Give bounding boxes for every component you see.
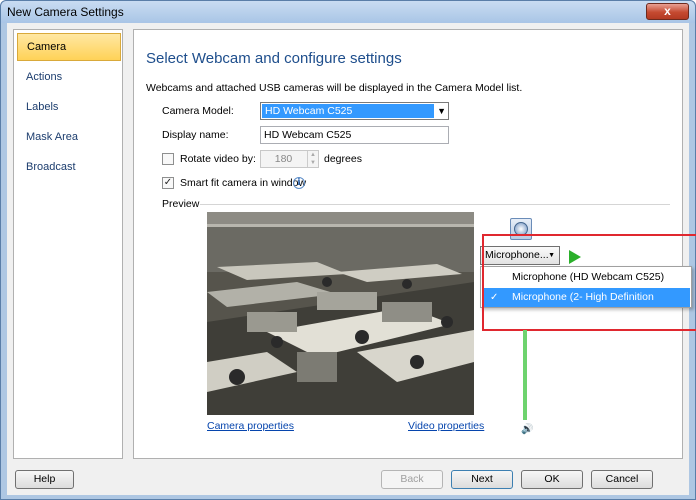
microphone-option-2[interactable]: ✓ Microphone (2- High Definition — [482, 288, 690, 307]
check-icon: ✓ — [490, 292, 499, 303]
next-button[interactable]: Next — [451, 470, 513, 489]
chevron-down-icon: ▼ — [437, 106, 446, 116]
nav-item-camera[interactable]: Camera — [17, 33, 121, 61]
microphone-option-1-label: Microphone (HD Webcam C525) — [512, 271, 665, 283]
title-bar: New Camera Settings x — [1, 1, 695, 23]
back-button[interactable]: Back — [381, 470, 443, 489]
camera-model-label: Camera Model: — [162, 105, 234, 117]
dialog-client-area: Camera Actions Labels Mask Area Broadcas… — [7, 23, 696, 495]
description-text: Webcams and attached USB cameras will be… — [146, 82, 523, 94]
spin-buttons[interactable]: ▲ ▼ — [307, 151, 318, 167]
rotate-checkbox[interactable] — [162, 153, 174, 165]
smart-fit-checkbox[interactable]: ✓ — [162, 177, 174, 189]
ok-button[interactable]: OK — [521, 470, 583, 489]
rotate-value: 180 — [274, 153, 293, 165]
nav-item-broadcast[interactable]: Broadcast — [17, 153, 121, 181]
camera-model-select[interactable]: HD Webcam C525 ▼ — [260, 102, 449, 120]
audio-level-bar — [523, 330, 527, 420]
camera-settings-panel: Select Webcam and configure settings Web… — [133, 29, 696, 459]
play-icon[interactable] — [569, 250, 581, 264]
smart-fit-label: Smart fit camera in window — [180, 177, 307, 189]
speaker-icon[interactable]: 🔊 — [521, 424, 533, 435]
help-button[interactable]: Help — [15, 470, 74, 489]
video-properties-link[interactable]: Video properties — [408, 420, 484, 432]
settings-nav: Camera Actions Labels Mask Area Broadcas… — [13, 29, 123, 459]
settings-window: New Camera Settings x Camera Actions Lab… — [0, 0, 696, 500]
camera-properties-link[interactable]: Camera properties — [207, 420, 294, 432]
cancel-button[interactable]: Cancel — [591, 470, 653, 489]
page-title: Select Webcam and configure settings — [146, 50, 402, 67]
webcam-icon — [514, 222, 528, 236]
camera-model-value: HD Webcam C525 — [262, 104, 434, 118]
preview-label: Preview — [162, 198, 200, 210]
close-button[interactable]: x — [646, 3, 689, 20]
nav-item-actions[interactable]: Actions — [17, 63, 121, 91]
window-title: New Camera Settings — [7, 5, 124, 19]
video-preview — [207, 212, 474, 415]
microphone-option-1[interactable]: Microphone (HD Webcam C525) — [482, 268, 690, 287]
rotate-unit-label: degrees — [324, 153, 362, 165]
microphone-dropdown-value: Microphone... — [485, 249, 549, 261]
office-preview-image — [207, 212, 474, 415]
chevron-down-icon: ▼ — [548, 252, 555, 259]
nav-item-mask-area[interactable]: Mask Area — [17, 123, 121, 151]
nav-item-labels[interactable]: Labels — [17, 93, 121, 121]
microphone-menu: Microphone (HD Webcam C525) ✓ Microphone… — [480, 266, 692, 308]
microphone-option-2-label: Microphone (2- High Definition — [512, 291, 654, 303]
display-name-label: Display name: — [162, 129, 229, 141]
display-name-input[interactable]: HD Webcam C525 — [260, 126, 449, 144]
camera-settings-button[interactable] — [510, 218, 532, 240]
microphone-dropdown[interactable]: Microphone... ▼ — [480, 246, 560, 265]
info-icon[interactable]: i — [293, 177, 305, 189]
preview-divider — [200, 204, 670, 205]
rotate-degrees-stepper[interactable]: 180 ▲ ▼ — [260, 150, 319, 168]
rotate-label: Rotate video by: — [180, 153, 256, 165]
